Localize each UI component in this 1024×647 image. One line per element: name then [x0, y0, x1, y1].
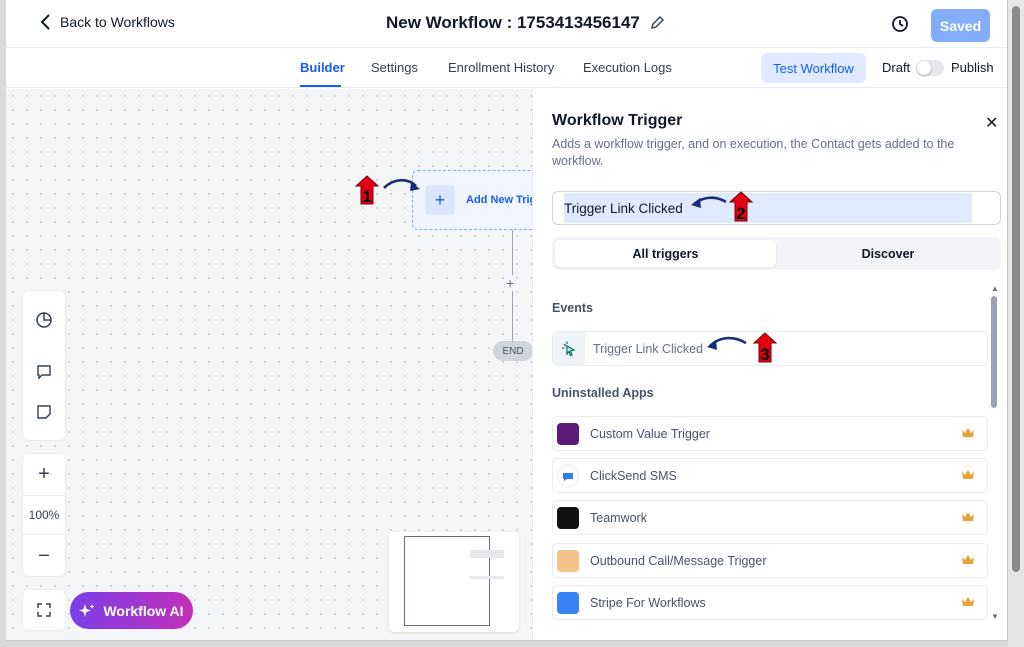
panel-scrollbar-thumb[interactable]	[991, 296, 997, 408]
tab-bar: Builder Settings Enrollment History Exec…	[6, 48, 1007, 88]
custom-value-app-icon	[557, 423, 579, 445]
trigger-segment-tabs: All triggers Discover	[552, 237, 1001, 270]
crown-icon	[962, 597, 974, 606]
workflow-title: New Workflow : 1753413456147	[386, 13, 664, 33]
workflow-ai-label: Workflow AI	[103, 602, 184, 619]
pie-chart-icon[interactable]	[23, 301, 65, 339]
annotation-2-overlay: 2	[691, 191, 754, 223]
tab-all-triggers[interactable]: All triggers	[555, 240, 776, 267]
app-label: ClickSend SMS	[590, 469, 677, 483]
tab-builder[interactable]: Builder	[300, 60, 345, 75]
minimap[interactable]	[389, 532, 519, 632]
comment-icon[interactable]	[23, 353, 65, 391]
zoom-level: 100%	[23, 495, 65, 535]
zoom-controls: + 100% −	[22, 453, 66, 577]
canvas-tools	[22, 290, 66, 441]
crown-icon	[962, 470, 974, 479]
arrowhead-icon	[691, 198, 701, 208]
workflow-name: New Workflow : 1753413456147	[386, 13, 640, 32]
app-item-clicksend-sms[interactable]: ClickSend SMS	[552, 458, 988, 493]
app-label: Stripe For Workflows	[590, 596, 706, 610]
stripe-app-icon	[557, 592, 579, 614]
clicksend-app-icon	[557, 465, 579, 487]
annotation-1-overlay: 1	[354, 175, 420, 206]
outbound-call-app-icon	[557, 550, 579, 572]
panel-scrollbar[interactable]: ▲ ▼	[989, 284, 1001, 624]
search-value: Trigger Link Clicked	[564, 201, 683, 216]
tab-enrollment-history[interactable]: Enrollment History	[448, 60, 554, 75]
chevron-left-icon	[40, 14, 50, 30]
scroll-down-icon[interactable]: ▼	[991, 612, 999, 621]
add-action-plus-icon[interactable]: +	[506, 275, 515, 291]
zoom-out-button[interactable]: −	[23, 536, 65, 576]
end-node: END	[493, 341, 533, 361]
app-label: Outbound Call/Message Trigger	[590, 554, 767, 568]
annotation-2-label: 2	[736, 204, 745, 223]
app-label: Custom Value Trigger	[590, 427, 710, 441]
draft-label: Draft	[882, 60, 911, 75]
minimap-node	[470, 576, 504, 579]
scroll-up-icon[interactable]: ▲	[991, 284, 999, 293]
test-workflow-button[interactable]: Test Workflow	[761, 53, 866, 83]
minimap-node	[470, 550, 504, 558]
app-frame: Back to Workflows New Workflow : 1753413…	[6, 0, 1008, 641]
add-trigger-node[interactable]: + Add New Trigger	[412, 170, 553, 230]
active-tab-indicator	[300, 85, 341, 87]
publish-toggle[interactable]	[916, 60, 944, 76]
workflow-ai-button[interactable]: Workflow AI	[70, 592, 193, 629]
window-scrollbar[interactable]	[1008, 0, 1024, 647]
crown-icon	[962, 555, 974, 564]
back-to-workflows-link[interactable]: Back to Workflows	[40, 14, 175, 30]
event-item-label: Trigger Link Clicked	[593, 342, 703, 356]
annotation-3-overlay: 3	[707, 332, 778, 364]
window-scrollbar-thumb[interactable]	[1012, 6, 1020, 572]
fit-view-button[interactable]	[22, 589, 66, 631]
close-icon[interactable]: ✕	[985, 113, 998, 133]
expand-icon	[37, 603, 51, 617]
tab-discover[interactable]: Discover	[778, 240, 998, 267]
history-icon[interactable]	[890, 14, 910, 34]
plus-icon: +	[425, 185, 455, 215]
saved-button[interactable]: Saved	[931, 9, 990, 42]
toggle-knob	[917, 61, 931, 75]
app-item-stripe-for-workflows[interactable]: Stripe For Workflows	[552, 585, 988, 620]
pencil-icon[interactable]	[650, 16, 664, 30]
sticky-note-icon[interactable]	[23, 393, 65, 431]
arrowhead-icon	[707, 340, 717, 350]
cursor-click-icon	[553, 332, 585, 365]
top-bar: Back to Workflows New Workflow : 1753413…	[6, 0, 1007, 48]
annotation-1-label: 1	[362, 187, 371, 206]
teamwork-app-icon	[557, 507, 579, 529]
workflow-canvas[interactable]: + Add New Trigger + END + 100% − Workflo…	[6, 89, 553, 640]
annotation-3-label: 3	[760, 345, 769, 364]
uninstalled-apps-heading: Uninstalled Apps	[552, 386, 654, 400]
panel-title: Workflow Trigger	[552, 112, 683, 129]
crown-icon	[962, 512, 974, 521]
crown-icon	[962, 428, 974, 437]
tab-settings[interactable]: Settings	[371, 60, 418, 75]
zoom-in-button[interactable]: +	[23, 454, 65, 494]
sparkle-icon	[79, 603, 95, 617]
app-label: Teamwork	[590, 511, 647, 525]
app-item-outbound-call-message-trigger[interactable]: Outbound Call/Message Trigger	[552, 543, 988, 578]
tab-execution-logs[interactable]: Execution Logs	[583, 60, 672, 75]
trigger-search-input[interactable]: Trigger Link Clicked	[552, 191, 1001, 225]
back-label: Back to Workflows	[60, 14, 175, 30]
publish-label: Publish	[951, 60, 994, 75]
panel-description: Adds a workflow trigger, and on executio…	[552, 137, 955, 168]
events-heading: Events	[552, 301, 593, 315]
app-item-custom-value-trigger[interactable]: Custom Value Trigger	[552, 416, 988, 451]
app-item-teamwork[interactable]: Teamwork	[552, 500, 988, 535]
arrowhead-icon	[410, 182, 420, 191]
